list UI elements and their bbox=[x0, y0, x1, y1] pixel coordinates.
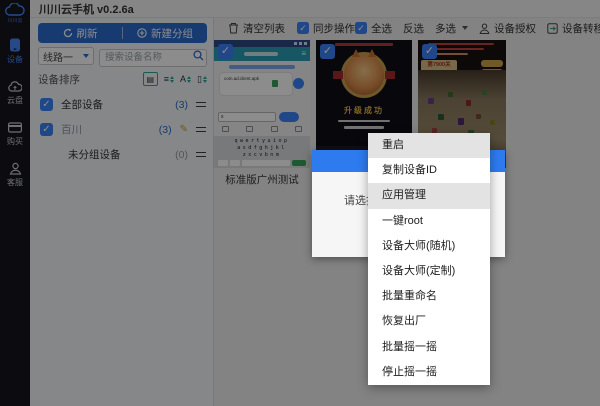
menu-item-one-key-root[interactable]: 一键root bbox=[368, 209, 490, 234]
menu-item-factory-reset[interactable]: 恢复出厂 bbox=[368, 309, 490, 334]
menu-item-restart[interactable]: 重启 bbox=[368, 133, 490, 158]
menu-item-device-master-random[interactable]: 设备大师(随机) bbox=[368, 234, 490, 259]
menu-item-batch-rename[interactable]: 批量重命名 bbox=[368, 284, 490, 309]
menu-item-app-management[interactable]: 应用管理 bbox=[368, 183, 490, 208]
menu-item-copy-device-id[interactable]: 复制设备ID bbox=[368, 158, 490, 183]
menu-item-device-master-custom[interactable]: 设备大师(定制) bbox=[368, 259, 490, 284]
menu-item-batch-shake[interactable]: 批量摇一摇 bbox=[368, 335, 490, 360]
modal-overlay[interactable] bbox=[0, 0, 600, 406]
app-window: 川川云 设备 云盘 购买 客服 川川云手机 v0. bbox=[0, 0, 600, 406]
context-menu: 重启 复制设备ID 应用管理 一键root 设备大师(随机) 设备大师(定制) … bbox=[368, 133, 490, 385]
menu-item-stop-shake[interactable]: 停止摇一摇 bbox=[368, 360, 490, 385]
